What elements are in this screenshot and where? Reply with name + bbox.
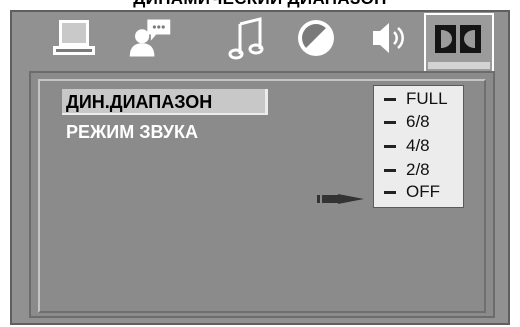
level-option[interactable]: OFF [384, 182, 440, 202]
level-tick [384, 145, 396, 149]
page-title: ДИНАМИЧЕСКИЙ ДИАПАЗОН [0, 0, 520, 9]
tab-speaker[interactable] [367, 16, 411, 60]
dolby-icon [433, 21, 483, 57]
dynamic-range-levels[interactable]: FULL 6/8 4/8 2/8 OFF [373, 85, 464, 208]
tab-video[interactable] [294, 16, 338, 60]
menu-item-dynamic-range[interactable]: ДИН.ДИАПАЗОН [62, 89, 268, 115]
tab-dolby[interactable] [433, 21, 483, 57]
tab-general[interactable] [52, 16, 96, 60]
speaker-icon [373, 23, 404, 53]
level-option[interactable]: 6/8 [384, 112, 430, 132]
level-tick [384, 191, 396, 195]
level-tick [384, 98, 396, 102]
user-chat-icon [129, 19, 171, 57]
level-option[interactable]: 4/8 [384, 136, 430, 156]
monitor-icon [53, 20, 95, 55]
active-tab-indicator [428, 62, 490, 69]
level-tick [384, 121, 396, 125]
music-note-icon [228, 17, 264, 60]
level-option[interactable]: FULL [384, 89, 448, 109]
level-option[interactable]: 2/8 [384, 160, 430, 180]
contrast-icon [298, 20, 334, 56]
tab-audio[interactable] [226, 16, 270, 60]
level-tick [384, 169, 396, 173]
menu-item-sound-mode[interactable]: РЕЖИМ ЗВУКА [62, 119, 198, 145]
level-pointer-icon [317, 192, 365, 206]
tab-language[interactable] [128, 16, 172, 60]
